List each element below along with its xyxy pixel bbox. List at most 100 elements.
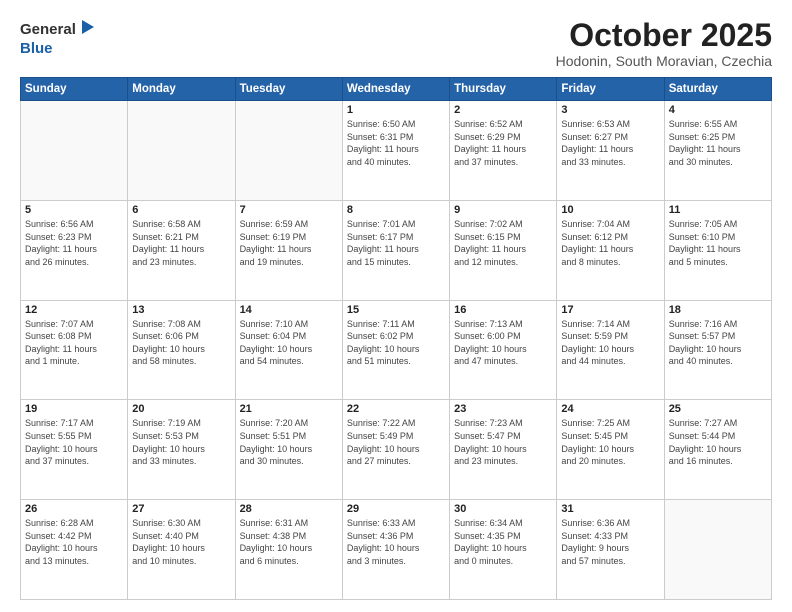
day-info: Sunrise: 6:34 AM Sunset: 4:35 PM Dayligh… bbox=[454, 517, 552, 567]
day-number: 6 bbox=[132, 204, 230, 216]
day-info: Sunrise: 6:56 AM Sunset: 6:23 PM Dayligh… bbox=[25, 218, 123, 268]
day-info: Sunrise: 7:25 AM Sunset: 5:45 PM Dayligh… bbox=[561, 417, 659, 467]
day-info: Sunrise: 7:22 AM Sunset: 5:49 PM Dayligh… bbox=[347, 417, 445, 467]
header-saturday: Saturday bbox=[664, 78, 771, 101]
header-sunday: Sunday bbox=[21, 78, 128, 101]
calendar-cell: 8 Sunrise: 7:01 AM Sunset: 6:17 PM Daylig… bbox=[342, 200, 449, 300]
header-tuesday: Tuesday bbox=[235, 78, 342, 101]
day-number: 20 bbox=[132, 403, 230, 415]
header-row: Sunday Monday Tuesday Wednesday Thursday… bbox=[21, 78, 772, 101]
calendar-cell: 16 Sunrise: 7:13 AM Sunset: 6:00 PM Dayli… bbox=[450, 300, 557, 400]
day-number: 5 bbox=[25, 204, 123, 216]
page: General Blue October 2025 Hodonin, South… bbox=[0, 0, 792, 612]
day-number: 30 bbox=[454, 503, 552, 515]
day-info: Sunrise: 7:20 AM Sunset: 5:51 PM Dayligh… bbox=[240, 417, 338, 467]
calendar-cell: 30 Sunrise: 6:34 AM Sunset: 4:35 PM Dayli… bbox=[450, 500, 557, 600]
calendar-cell: 3 Sunrise: 6:53 AM Sunset: 6:27 PM Daylig… bbox=[557, 101, 664, 201]
day-number: 28 bbox=[240, 503, 338, 515]
calendar-cell: 27 Sunrise: 6:30 AM Sunset: 4:40 PM Dayli… bbox=[128, 500, 235, 600]
day-info: Sunrise: 6:53 AM Sunset: 6:27 PM Dayligh… bbox=[561, 118, 659, 168]
day-info: Sunrise: 7:14 AM Sunset: 5:59 PM Dayligh… bbox=[561, 318, 659, 368]
header-thursday: Thursday bbox=[450, 78, 557, 101]
calendar-cell: 1Sunrise: 6:50 AM Sunset: 6:31 PM Daylig… bbox=[342, 101, 449, 201]
day-info: Sunrise: 6:50 AM Sunset: 6:31 PM Dayligh… bbox=[347, 118, 445, 168]
calendar-cell: 20 Sunrise: 7:19 AM Sunset: 5:53 PM Dayli… bbox=[128, 400, 235, 500]
calendar-cell: 17 Sunrise: 7:14 AM Sunset: 5:59 PM Dayli… bbox=[557, 300, 664, 400]
day-info: Sunrise: 6:55 AM Sunset: 6:25 PM Dayligh… bbox=[669, 118, 767, 168]
day-info: Sunrise: 6:28 AM Sunset: 4:42 PM Dayligh… bbox=[25, 517, 123, 567]
day-info: Sunrise: 6:59 AM Sunset: 6:19 PM Dayligh… bbox=[240, 218, 338, 268]
calendar-cell: 5 Sunrise: 6:56 AM Sunset: 6:23 PM Daylig… bbox=[21, 200, 128, 300]
calendar-cell: 10 Sunrise: 7:04 AM Sunset: 6:12 PM Dayli… bbox=[557, 200, 664, 300]
calendar-cell: 6 Sunrise: 6:58 AM Sunset: 6:21 PM Daylig… bbox=[128, 200, 235, 300]
day-number: 17 bbox=[561, 304, 659, 316]
calendar-cell: 9 Sunrise: 7:02 AM Sunset: 6:15 PM Daylig… bbox=[450, 200, 557, 300]
day-number: 7 bbox=[240, 204, 338, 216]
day-number: 8 bbox=[347, 204, 445, 216]
day-number: 19 bbox=[25, 403, 123, 415]
day-number: 3 bbox=[561, 104, 659, 116]
day-info: Sunrise: 6:58 AM Sunset: 6:21 PM Dayligh… bbox=[132, 218, 230, 268]
calendar-cell: 12Sunrise: 7:07 AM Sunset: 6:08 PM Dayli… bbox=[21, 300, 128, 400]
calendar-cell: 26Sunrise: 6:28 AM Sunset: 4:42 PM Dayli… bbox=[21, 500, 128, 600]
day-number: 13 bbox=[132, 304, 230, 316]
calendar-cell: 19 Sunrise: 7:17 AM Sunset: 5:55 PM Dayli… bbox=[21, 400, 128, 500]
day-info: Sunrise: 6:33 AM Sunset: 4:36 PM Dayligh… bbox=[347, 517, 445, 567]
day-number: 29 bbox=[347, 503, 445, 515]
day-number: 25 bbox=[669, 403, 767, 415]
calendar-cell: 4 Sunrise: 6:55 AM Sunset: 6:25 PM Daylig… bbox=[664, 101, 771, 201]
day-number: 31 bbox=[561, 503, 659, 515]
day-info: Sunrise: 7:11 AM Sunset: 6:02 PM Dayligh… bbox=[347, 318, 445, 368]
day-info: Sunrise: 6:30 AM Sunset: 4:40 PM Dayligh… bbox=[132, 517, 230, 567]
header: General Blue October 2025 Hodonin, South… bbox=[20, 18, 772, 69]
calendar-cell bbox=[128, 101, 235, 201]
logo-general-text: General bbox=[20, 22, 76, 37]
day-info: Sunrise: 7:01 AM Sunset: 6:17 PM Dayligh… bbox=[347, 218, 445, 268]
day-number: 11 bbox=[669, 204, 767, 216]
calendar-cell: 14Sunrise: 7:10 AM Sunset: 6:04 PM Dayli… bbox=[235, 300, 342, 400]
day-info: Sunrise: 7:23 AM Sunset: 5:47 PM Dayligh… bbox=[454, 417, 552, 467]
calendar-cell bbox=[21, 101, 128, 201]
header-friday: Friday bbox=[557, 78, 664, 101]
calendar-cell bbox=[235, 101, 342, 201]
day-info: Sunrise: 7:27 AM Sunset: 5:44 PM Dayligh… bbox=[669, 417, 767, 467]
day-info: Sunrise: 7:08 AM Sunset: 6:06 PM Dayligh… bbox=[132, 318, 230, 368]
logo: General Blue bbox=[20, 18, 96, 56]
day-number: 18 bbox=[669, 304, 767, 316]
day-number: 16 bbox=[454, 304, 552, 316]
day-number: 22 bbox=[347, 403, 445, 415]
day-info: Sunrise: 7:17 AM Sunset: 5:55 PM Dayligh… bbox=[25, 417, 123, 467]
day-number: 15 bbox=[347, 304, 445, 316]
day-info: Sunrise: 6:31 AM Sunset: 4:38 PM Dayligh… bbox=[240, 517, 338, 567]
day-number: 4 bbox=[669, 104, 767, 116]
calendar-table: Sunday Monday Tuesday Wednesday Thursday… bbox=[20, 77, 772, 600]
day-info: Sunrise: 7:02 AM Sunset: 6:15 PM Dayligh… bbox=[454, 218, 552, 268]
calendar-cell: 25 Sunrise: 7:27 AM Sunset: 5:44 PM Dayli… bbox=[664, 400, 771, 500]
calendar-week-0: 1Sunrise: 6:50 AM Sunset: 6:31 PM Daylig… bbox=[21, 101, 772, 201]
logo-blue-text: Blue bbox=[20, 41, 53, 56]
calendar-cell: 21 Sunrise: 7:20 AM Sunset: 5:51 PM Dayli… bbox=[235, 400, 342, 500]
calendar-week-1: 5 Sunrise: 6:56 AM Sunset: 6:23 PM Daylig… bbox=[21, 200, 772, 300]
day-number: 2 bbox=[454, 104, 552, 116]
day-number: 27 bbox=[132, 503, 230, 515]
calendar-cell: 31 Sunrise: 6:36 AM Sunset: 4:33 PM Dayli… bbox=[557, 500, 664, 600]
day-number: 10 bbox=[561, 204, 659, 216]
day-info: Sunrise: 7:13 AM Sunset: 6:00 PM Dayligh… bbox=[454, 318, 552, 368]
calendar-cell: 24 Sunrise: 7:25 AM Sunset: 5:45 PM Dayli… bbox=[557, 400, 664, 500]
calendar-cell: 15 Sunrise: 7:11 AM Sunset: 6:02 PM Dayli… bbox=[342, 300, 449, 400]
calendar-cell: 7 Sunrise: 6:59 AM Sunset: 6:19 PM Daylig… bbox=[235, 200, 342, 300]
day-info: Sunrise: 7:04 AM Sunset: 6:12 PM Dayligh… bbox=[561, 218, 659, 268]
day-number: 21 bbox=[240, 403, 338, 415]
calendar-cell: 18Sunrise: 7:16 AM Sunset: 5:57 PM Dayli… bbox=[664, 300, 771, 400]
calendar-cell: 29 Sunrise: 6:33 AM Sunset: 4:36 PM Dayli… bbox=[342, 500, 449, 600]
calendar-week-2: 12Sunrise: 7:07 AM Sunset: 6:08 PM Dayli… bbox=[21, 300, 772, 400]
day-number: 9 bbox=[454, 204, 552, 216]
title-area: October 2025 Hodonin, South Moravian, Cz… bbox=[556, 18, 772, 69]
day-info: Sunrise: 6:36 AM Sunset: 4:33 PM Dayligh… bbox=[561, 517, 659, 567]
day-info: Sunrise: 7:07 AM Sunset: 6:08 PM Dayligh… bbox=[25, 318, 123, 368]
header-wednesday: Wednesday bbox=[342, 78, 449, 101]
day-number: 24 bbox=[561, 403, 659, 415]
calendar-cell: 28 Sunrise: 6:31 AM Sunset: 4:38 PM Dayli… bbox=[235, 500, 342, 600]
calendar-week-3: 19 Sunrise: 7:17 AM Sunset: 5:55 PM Dayli… bbox=[21, 400, 772, 500]
day-info: Sunrise: 7:19 AM Sunset: 5:53 PM Dayligh… bbox=[132, 417, 230, 467]
